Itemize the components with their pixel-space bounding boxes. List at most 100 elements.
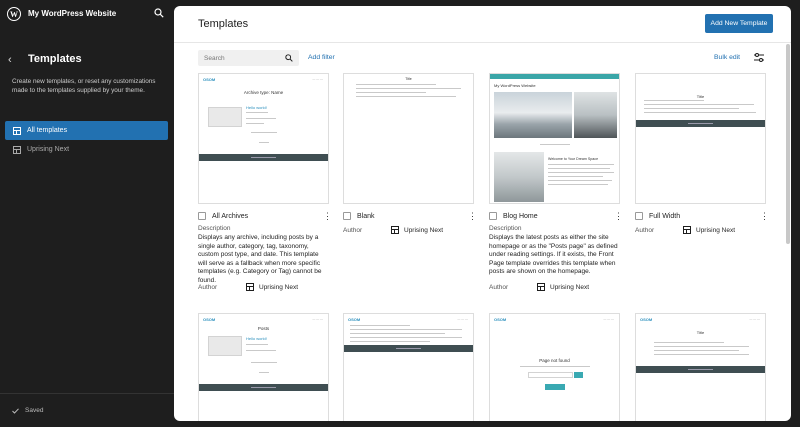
template-name[interactable]: All Archives xyxy=(212,213,248,220)
preview-footer xyxy=(199,154,328,161)
template-preview[interactable]: Title xyxy=(635,73,766,204)
author-name: Uprising Next xyxy=(696,226,736,234)
preview-nav: — — — xyxy=(749,317,760,321)
preview-title: Title xyxy=(696,330,705,335)
author-label: Author xyxy=(489,284,509,291)
preview-nav: — — — xyxy=(312,317,323,321)
panel-header: Templates Add New Template xyxy=(174,6,791,43)
template-preview[interactable]: OSOM — — — Page not found xyxy=(489,313,620,421)
preview-image xyxy=(494,152,544,202)
card-header: All Archives ⋮ xyxy=(198,210,332,222)
template-icon xyxy=(683,226,691,234)
preview-search-button xyxy=(574,372,583,378)
preview-footer xyxy=(636,366,765,373)
bulk-edit-button[interactable]: Bulk edit xyxy=(714,54,740,61)
site-editor: W My WordPress Website ‹ Templates Creat… xyxy=(0,0,800,427)
select-checkbox[interactable] xyxy=(343,212,351,220)
preview-topbar xyxy=(490,74,619,79)
template-name[interactable]: Blog Home xyxy=(503,213,538,220)
preview-line xyxy=(644,108,739,109)
template-preview[interactable]: OSOM — — — Posts Hello world! xyxy=(198,313,329,421)
preview-line xyxy=(350,325,410,326)
preview-line xyxy=(654,354,749,355)
preview-line xyxy=(350,333,445,334)
more-vertical-icon[interactable]: ⋮ xyxy=(468,212,477,221)
search-icon[interactable] xyxy=(154,8,164,18)
preview-line xyxy=(246,123,264,125)
template-icon xyxy=(13,145,21,154)
card-header: Full Width ⋮ xyxy=(635,210,769,222)
filter-settings-icon[interactable] xyxy=(754,53,764,62)
more-vertical-icon[interactable]: ⋮ xyxy=(614,212,623,221)
site-title[interactable]: My WordPress Website xyxy=(28,9,116,18)
preview-line xyxy=(548,180,612,181)
more-vertical-icon[interactable]: ⋮ xyxy=(323,212,332,221)
sidebar: W My WordPress Website ‹ Templates Creat… xyxy=(0,0,174,427)
more-vertical-icon[interactable]: ⋮ xyxy=(760,212,769,221)
scrollbar[interactable] xyxy=(786,44,790,421)
preview-line xyxy=(259,142,269,144)
preview-line xyxy=(644,104,754,105)
sidebar-item-uprising-next[interactable]: Uprising Next xyxy=(5,140,168,159)
sidebar-item-all-templates[interactable]: All templates xyxy=(5,121,168,140)
divider xyxy=(0,393,174,394)
template-preview[interactable]: OSOM — — — xyxy=(343,313,474,421)
preview-line xyxy=(246,118,276,120)
wordpress-icon[interactable]: W xyxy=(7,7,21,21)
preview-title: Posts xyxy=(257,326,270,331)
add-new-template-button[interactable]: Add New Template xyxy=(705,14,773,33)
preview-post-title: Hello world! xyxy=(246,105,267,110)
template-icon xyxy=(391,226,399,234)
description-label: Description xyxy=(198,225,231,232)
preview-line xyxy=(644,112,756,113)
preview-line xyxy=(548,184,608,185)
card-header: Blank ⋮ xyxy=(343,210,477,222)
preview-line xyxy=(251,362,277,364)
preview-line xyxy=(654,342,724,343)
select-checkbox[interactable] xyxy=(635,212,643,220)
preview-image xyxy=(574,92,617,138)
check-icon xyxy=(12,407,19,414)
preview-line xyxy=(654,350,739,351)
preview-line xyxy=(356,96,456,97)
chevron-left-icon[interactable]: ‹ xyxy=(8,54,12,66)
preview-footer xyxy=(636,120,765,127)
search-field[interactable] xyxy=(198,50,299,66)
template-name[interactable]: Blank xyxy=(357,213,375,220)
card-header: Blog Home ⋮ xyxy=(489,210,623,222)
page-title: Templates xyxy=(198,18,249,30)
preview-footer xyxy=(199,384,328,391)
template-name[interactable]: Full Width xyxy=(649,213,680,220)
preview-logo: OSOM xyxy=(348,317,361,322)
preview-line xyxy=(548,164,614,165)
preview-nav: — — — xyxy=(603,317,614,321)
preview-image xyxy=(208,107,242,127)
select-checkbox[interactable] xyxy=(489,212,497,220)
author-name: Uprising Next xyxy=(259,283,299,291)
preview-line xyxy=(246,350,276,352)
save-status: Saved xyxy=(12,407,43,414)
template-icon xyxy=(246,283,254,291)
template-preview[interactable]: My WordPress Website Welcome to Your Dre… xyxy=(489,73,620,204)
preview-line xyxy=(654,346,749,347)
save-status-label: Saved xyxy=(25,407,44,414)
search-input[interactable] xyxy=(204,54,284,62)
template-author: Uprising Next xyxy=(537,283,589,291)
author-label: Author xyxy=(343,227,363,234)
preview-line xyxy=(356,84,436,85)
author-label: Author xyxy=(198,284,218,291)
add-filter-button[interactable]: Add filter xyxy=(308,54,335,61)
preview-nav: — — — xyxy=(457,317,468,321)
description-label: Description xyxy=(489,225,522,232)
template-preview[interactable]: OSOM — — — Title xyxy=(635,313,766,421)
author-name: Uprising Next xyxy=(550,283,590,291)
preview-logo: OSOM xyxy=(203,77,216,82)
template-author: Uprising Next xyxy=(683,226,735,234)
preview-title: Page not found xyxy=(539,358,570,363)
template-preview[interactable]: OSOM — — — Archive type: Name Hello worl… xyxy=(198,73,329,204)
template-preview[interactable]: Title xyxy=(343,73,474,204)
search-icon[interactable] xyxy=(285,54,293,62)
template-icon xyxy=(13,126,21,135)
select-checkbox[interactable] xyxy=(198,212,206,220)
scrollbar-thumb[interactable] xyxy=(786,44,790,244)
